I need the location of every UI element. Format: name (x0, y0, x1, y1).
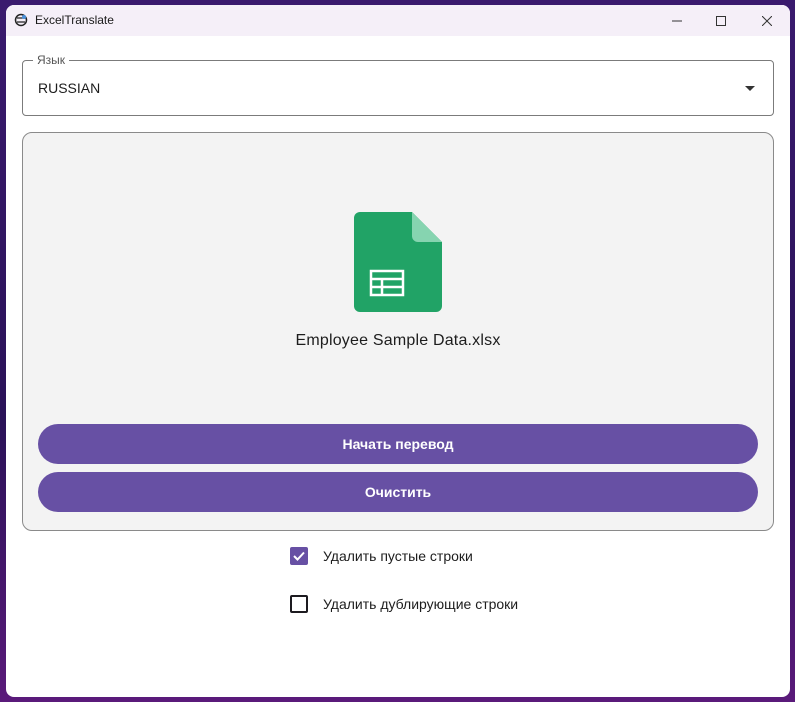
remove-empty-rows-checkbox[interactable] (290, 547, 308, 565)
start-translation-button[interactable]: Начать перевод (38, 424, 758, 464)
maximize-button[interactable] (698, 5, 744, 36)
app-icon (14, 13, 28, 27)
remove-empty-rows-option[interactable]: Удалить пустые строки (290, 544, 473, 568)
app-window: ExcelTranslate Язык RUSSIAN Employee Sam… (6, 5, 790, 697)
close-icon (762, 15, 772, 26)
language-select[interactable]: Язык RUSSIAN (22, 53, 774, 116)
language-value: RUSSIAN (38, 80, 101, 96)
excel-file-icon (354, 212, 442, 312)
minimize-button[interactable] (654, 5, 700, 36)
dropdown-arrow-icon[interactable] (745, 86, 755, 91)
remove-duplicate-rows-label: Удалить дублирующие строки (323, 596, 519, 612)
clear-button[interactable]: Очистить (38, 472, 758, 512)
checkmark-icon (293, 551, 305, 561)
remove-duplicate-rows-option[interactable]: Удалить дублирующие строки (290, 592, 518, 616)
remove-duplicate-rows-checkbox[interactable] (290, 595, 308, 613)
remove-empty-rows-label: Удалить пустые строки (323, 548, 473, 564)
close-button[interactable] (744, 5, 790, 36)
minimize-icon (672, 20, 682, 21)
file-drop-zone[interactable]: Employee Sample Data.xlsx Начать перевод… (22, 132, 774, 531)
file-name: Employee Sample Data.xlsx (295, 332, 501, 349)
language-label: Язык (33, 53, 70, 67)
window-title: ExcelTranslate (35, 13, 114, 27)
title-bar[interactable]: ExcelTranslate (6, 5, 790, 36)
maximize-icon (716, 15, 726, 26)
